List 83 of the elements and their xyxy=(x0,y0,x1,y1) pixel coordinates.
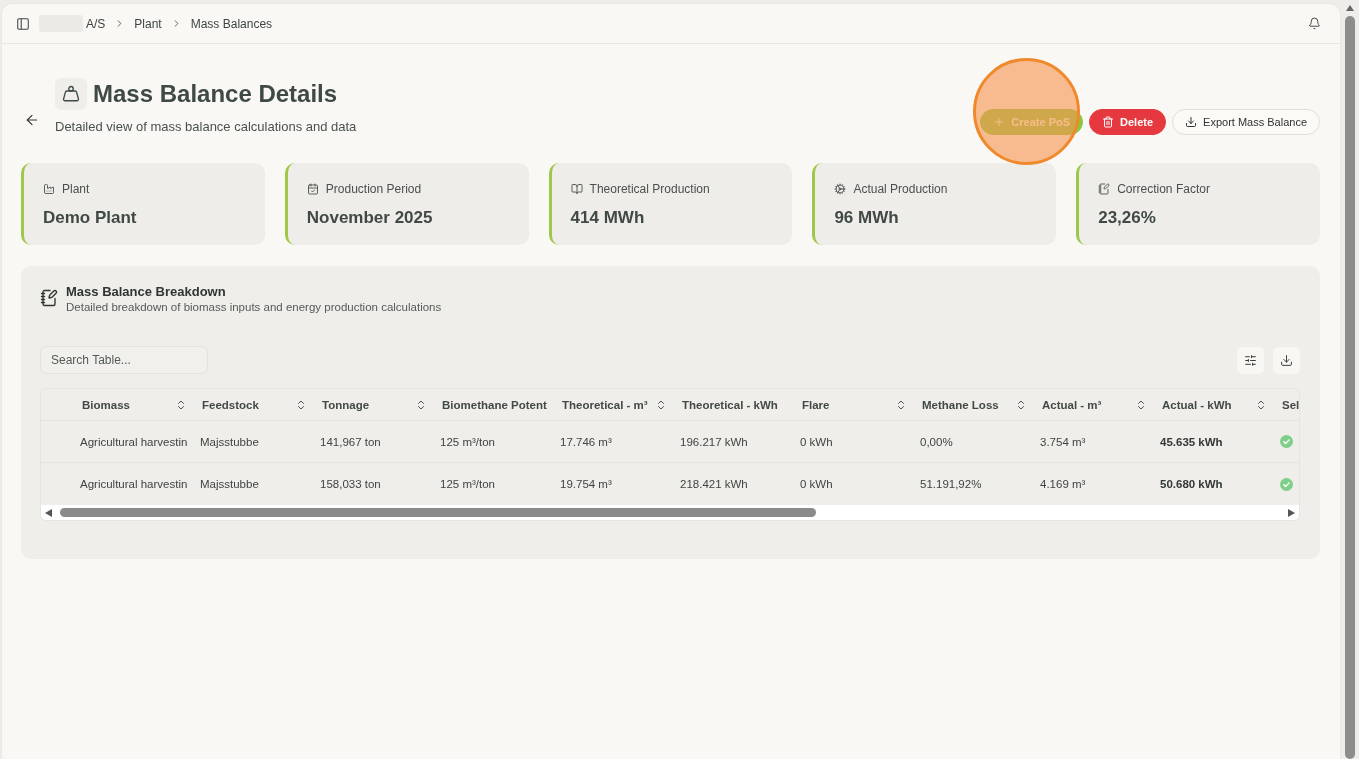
page-subtitle: Detailed view of mass balance calculations and data xyxy=(55,119,357,135)
sort-icon[interactable] xyxy=(1135,398,1147,411)
column-header: Theoretical - kWh xyxy=(682,398,778,411)
column-header: Sel xyxy=(1282,398,1299,411)
delete-button[interactable]: Delete xyxy=(1089,109,1167,135)
page-title: Mass Balance Details xyxy=(93,79,338,109)
breadcrumb-link[interactable]: Plant xyxy=(134,16,162,31)
calendar-check-icon xyxy=(306,183,319,195)
section-title: Mass Balance Breakdown xyxy=(66,284,227,300)
notifications-button[interactable] xyxy=(1308,17,1321,30)
table-cell-text: 51.191,92% xyxy=(920,477,983,492)
card-label: Correction Factor xyxy=(1117,182,1210,196)
column-header[interactable]: Feedstock xyxy=(202,398,259,411)
table-cell-text: 141,967 ton xyxy=(320,434,382,450)
card-label: Production Period xyxy=(325,182,422,196)
table-cell-text: Majsstubbe xyxy=(200,477,260,492)
table-cell-text: 158,033 ton xyxy=(320,477,382,492)
table-cell-text: 0 kWh xyxy=(800,434,834,450)
export-button[interactable]: Export Mass Balance xyxy=(1172,109,1320,135)
table-cell-text: Agricultural harvestin xyxy=(80,477,189,492)
column-header[interactable]: Theoretical - m³ xyxy=(562,398,648,411)
column-header[interactable]: Actual - kWh xyxy=(1162,398,1232,411)
sort-icon[interactable] xyxy=(1255,398,1267,411)
column-header[interactable]: Flare xyxy=(802,398,830,411)
column-header[interactable]: Actual - m³ xyxy=(1042,398,1102,411)
table-cell-text: 3.754 m³ xyxy=(1040,434,1087,450)
card-value: 414 MWh xyxy=(570,207,646,229)
table-cell-text: Agricultural harvestin xyxy=(80,434,189,450)
notebook-pen-icon xyxy=(1098,183,1111,195)
trash-icon xyxy=(1102,116,1115,128)
table-cell-text: 196.217 kWh xyxy=(680,434,749,450)
card-label: Actual Production xyxy=(853,182,948,196)
open-book-icon xyxy=(570,183,583,195)
card-label: Plant xyxy=(62,182,90,196)
sort-icon[interactable] xyxy=(175,398,187,411)
notebook-pen-icon xyxy=(40,289,58,307)
table-cell-text: 0,00% xyxy=(920,434,954,450)
download-icon xyxy=(1280,353,1293,367)
search-field[interactable]: Search Table... xyxy=(40,346,208,374)
table-cell-text: Majsstubbe xyxy=(200,434,260,450)
plus-icon xyxy=(993,116,1006,128)
scroll-left-arrow-icon[interactable] xyxy=(45,508,52,517)
sort-icon[interactable] xyxy=(295,398,307,411)
table-cell-text: 125 m³/ton xyxy=(440,434,496,450)
table-cell-text: 17.746 m³ xyxy=(560,434,613,450)
card-value: 23,26% xyxy=(1098,207,1157,229)
table-cell-text: 125 m³/ton xyxy=(440,477,496,492)
column-header[interactable]: Methane Loss xyxy=(922,398,999,411)
horizontal-scrollbar[interactable] xyxy=(41,505,1299,520)
table-cell-text: 19.754 m³ xyxy=(560,477,613,492)
weight-icon xyxy=(55,78,87,110)
table-cell-text: 45.635 kWh xyxy=(1160,434,1224,450)
sort-icon[interactable] xyxy=(655,398,667,411)
sort-icon[interactable] xyxy=(1015,398,1027,411)
sliders-icon xyxy=(1244,353,1257,367)
download-button[interactable] xyxy=(1273,346,1300,374)
card-label: Theoretical Production xyxy=(589,182,710,196)
table-cell-text: 0 kWh xyxy=(800,477,834,492)
section-subtitle: Detailed breakdown of biomass inputs and energy production calculations xyxy=(66,300,442,314)
sidebar-panel-icon xyxy=(16,16,30,31)
bell-icon xyxy=(1308,17,1321,30)
card-value: 96 MWh xyxy=(834,207,900,229)
card-value: November 2025 xyxy=(306,207,434,229)
table-cell-text: 218.421 kWh xyxy=(680,477,749,492)
scroll-right-arrow-icon[interactable] xyxy=(1288,508,1295,517)
table-cell-text: 4.169 m³ xyxy=(1040,477,1087,492)
card-value: Demo Plant xyxy=(43,207,138,229)
sidebar-toggle-button[interactable] xyxy=(16,16,30,31)
table-cell-text: 50.680 kWh xyxy=(1160,477,1224,492)
scrollbar-thumb[interactable] xyxy=(60,508,817,517)
sort-icon[interactable] xyxy=(415,398,427,411)
gear-icon xyxy=(834,183,847,195)
download-icon xyxy=(1185,116,1198,128)
breadcrumb-link[interactable]: Mass Balances xyxy=(190,16,273,31)
factory-icon xyxy=(43,183,55,195)
column-settings-button[interactable] xyxy=(1237,346,1264,374)
breadcrumb-link[interactable]: A/S xyxy=(86,16,106,31)
sort-icon[interactable] xyxy=(895,398,907,411)
column-header: Biomethane Potent xyxy=(442,398,547,411)
column-header[interactable]: Tonnage xyxy=(322,398,370,411)
scroll-up-arrow-icon[interactable] xyxy=(1345,5,1354,11)
column-header[interactable]: Biomass xyxy=(82,398,130,411)
scrollbar-thumb[interactable] xyxy=(1344,16,1355,759)
